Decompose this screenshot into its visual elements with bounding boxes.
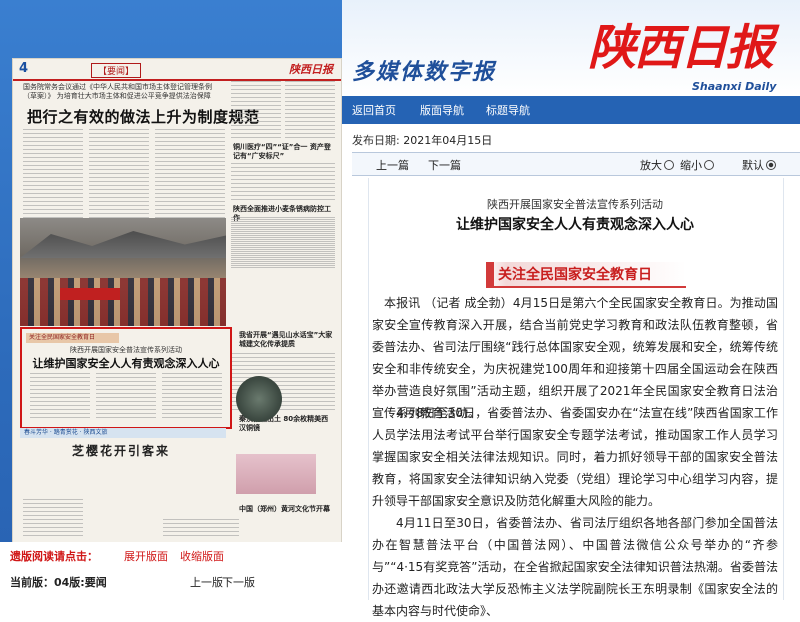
zoom-in-radio-icon[interactable] xyxy=(664,160,674,170)
publish-date-value: 2021年04月15日 xyxy=(403,134,493,147)
paper-headline[interactable]: 把行之有效的做法上升为制度规范 xyxy=(27,106,260,127)
highlight-title: 让维护国家安全人人有责观念深入人心 xyxy=(32,357,220,370)
prev-page-link[interactable]: 上一版 xyxy=(190,574,223,590)
zoom-default-label: 默认 xyxy=(742,159,764,172)
photo-crowd xyxy=(20,278,226,326)
next-article-link[interactable]: 下一篇 xyxy=(428,157,461,173)
paper-text-column xyxy=(23,499,83,539)
expand-layout-link[interactable]: 展开版面 xyxy=(124,548,168,564)
zoom-default-control[interactable]: 默认 xyxy=(742,157,776,173)
current-page-label: 当前版：04版:要闻 xyxy=(10,576,107,589)
article-toolbar xyxy=(352,152,800,176)
paper-news-photo[interactable] xyxy=(20,218,226,326)
main-navbar xyxy=(342,96,800,124)
paper-masthead-logo: 陕西日报 xyxy=(289,63,333,76)
brand-title: 多媒体数字报 xyxy=(352,60,497,85)
paper-section-label: 【要闻】 xyxy=(91,63,142,78)
zoom-out-radio-icon[interactable] xyxy=(704,160,714,170)
nav-layout-link[interactable]: 版面导航 xyxy=(420,102,464,118)
publish-date: 发布日期: 2021年04月15日 xyxy=(352,132,492,148)
paper-text-column xyxy=(163,519,239,539)
prev-article-link[interactable]: 上一篇 xyxy=(376,157,409,173)
paper-text-column xyxy=(285,81,335,141)
paper-lead-text: 国务院常务会议通过《中华人民共和国市场主体登记管理条例（草案）》 为培育壮大市场… xyxy=(23,83,212,100)
next-page-link[interactable]: 下一版 xyxy=(222,574,255,590)
paper-side-title[interactable]: 铜川医疗“四”“证”合一 资产登记有“广安标尺” xyxy=(233,143,333,161)
shaanxi-daily-logo-en: Shaanxi Daily xyxy=(692,80,777,93)
photo-building-roof xyxy=(20,231,226,258)
article-title: 让维护国家安全人人有责观念深入人心 xyxy=(456,217,694,233)
article-paragraph-3: 4月11日至30日，省委普法办、省司法厅组织各地各部门参加全国普法办在智慧普法平… xyxy=(372,516,778,618)
paper-feature-strip: 春斗芳华 · 踏青赏花 · 陕西文旅 xyxy=(20,428,226,438)
paper-side-title[interactable]: 中国（郑州）黄河文化节开幕 xyxy=(239,505,335,514)
paper-text-column xyxy=(231,219,335,269)
publish-date-label: 发布日期: xyxy=(352,134,400,147)
paper-text-column xyxy=(231,81,281,141)
paper-text-column xyxy=(30,373,90,421)
paper-text-column xyxy=(162,373,222,421)
bronze-mirror-photo[interactable] xyxy=(236,376,282,422)
zoom-default-radio-icon[interactable] xyxy=(766,160,776,170)
nav-home-link[interactable]: 返回首页 xyxy=(352,102,396,118)
paper-bottom-headline[interactable]: 芝樱花开引客来 xyxy=(72,442,170,459)
paper-text-column xyxy=(231,163,335,203)
collapse-layout-link[interactable]: 收缩版面 xyxy=(180,548,224,564)
paper-text-column xyxy=(96,373,156,421)
previous-issue-hint: 遗版阅读请点击： xyxy=(10,550,98,563)
zoom-out-label: 缩小 xyxy=(680,159,702,172)
article-subtitle: 陕西开展国家安全普法宣传系列活动 xyxy=(487,198,663,211)
shaanxi-daily-logo: 陕西日报 xyxy=(588,20,774,76)
zoom-in-control[interactable]: 放大 xyxy=(640,157,674,173)
paper-side-title[interactable]: 我省开展“遇见山水话宝”大家城建文化传承提质 xyxy=(239,331,335,349)
article-banner-text: 关注全民国家安全教育日 xyxy=(498,267,652,283)
highlighted-article-area[interactable]: 关注全民国家安全教育日 陕西开展国家安全普法宣传系列活动 让维护国家安全人人有责… xyxy=(20,327,232,429)
zoom-in-label: 放大 xyxy=(640,159,662,172)
banner-accent xyxy=(486,262,494,286)
highlight-subtitle: 陕西开展国家安全普法宣传系列活动 xyxy=(70,346,182,354)
nav-headline-link[interactable]: 标题导航 xyxy=(486,102,530,118)
article-paragraph-2: 4月8日至30日，省委普法办、省委国安办在“法宣在线”陕西省国家工作人员学法用法… xyxy=(372,406,778,508)
paper-page-number: 4 xyxy=(19,61,29,76)
paper-header: 4 【要闻】 陕西日报 xyxy=(13,59,341,81)
flower-photo[interactable] xyxy=(236,454,316,494)
highlight-banner: 关注全民国家安全教育日 xyxy=(26,333,119,343)
photo-red-table xyxy=(60,288,120,300)
zoom-out-control[interactable]: 缩小 xyxy=(680,157,714,173)
